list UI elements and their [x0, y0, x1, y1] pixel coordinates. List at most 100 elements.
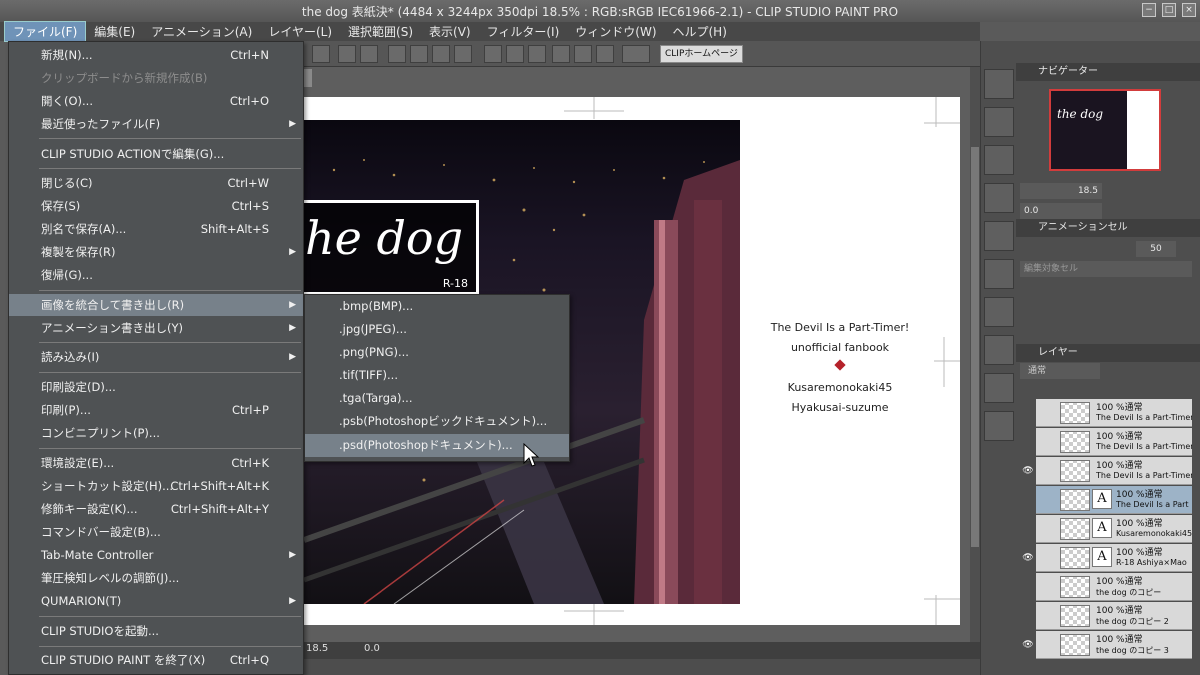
snap-ruler-special-icon[interactable] [574, 45, 592, 63]
maximize-button[interactable]: □ [1162, 3, 1176, 17]
menu-item-tab-mate-controller[interactable]: Tab-Mate Controller ▶ [9, 544, 303, 566]
brush-material-icon[interactable] [984, 335, 1014, 365]
navigator-preview[interactable]: the dog [1049, 89, 1161, 171]
snap-grid-icon[interactable] [596, 45, 614, 63]
export-png[interactable]: .png(PNG)... [305, 341, 569, 364]
menu-item-revert[interactable]: 復帰(G)... [9, 264, 303, 286]
snap-ruler-icon[interactable] [552, 45, 570, 63]
menu-item-exit[interactable]: CLIP STUDIO PAINT を終了(X) Ctrl+Q [9, 649, 303, 671]
export-jpeg[interactable]: .jpg(JPEG)... [305, 318, 569, 341]
menu-item-edit-clip-studio-action[interactable]: CLIP STUDIO ACTIONで編集(G)... [9, 143, 303, 165]
menu-item-qumarion[interactable]: QUMARION(T) ▶ [9, 590, 303, 612]
invert-selection-icon[interactable] [506, 45, 524, 63]
menu-item-print-settings[interactable]: 印刷設定(D)... [9, 376, 303, 398]
menu-item-import[interactable]: 読み込み(I) ▶ [9, 346, 303, 368]
menu-item-shortcut-settings[interactable]: ショートカット設定(H)... Ctrl+Shift+Alt+K [9, 475, 303, 497]
layer-thumbnail [1060, 634, 1090, 656]
menu-edit[interactable]: 編集(E) [86, 22, 143, 41]
close-button[interactable]: × [1182, 3, 1196, 17]
image-material-icon[interactable] [984, 297, 1014, 327]
visibility-eye-icon[interactable] [1020, 515, 1036, 543]
layer-row[interactable]: 👁 A 100 %通常 R-18 Ashiya×Mao [1020, 544, 1192, 572]
fill-icon[interactable] [432, 45, 450, 63]
zoom-slider[interactable]: 18.5 [1020, 183, 1102, 199]
redo-icon[interactable] [360, 45, 378, 63]
menu-item-print[interactable]: 印刷(P)... Ctrl+P [9, 399, 303, 421]
layer-row[interactable]: 👁 100 %通常 the dog のコピー 3 [1020, 631, 1192, 659]
menu-item-launch-clip-studio[interactable]: CLIP STUDIOを起動... [9, 620, 303, 642]
layer-row[interactable]: 100 %通常 The Devil Is a Part-Timer [1020, 428, 1192, 456]
layer-row[interactable]: A 100 %通常 The Devil Is a Part [1020, 486, 1192, 514]
scroll-thumb[interactable] [971, 147, 979, 547]
visibility-eye-icon[interactable] [1020, 602, 1036, 630]
rotation-slider[interactable]: 0.0 [1020, 203, 1102, 219]
export-psb[interactable]: .psb(Photoshopビックドキュメント)... [305, 410, 569, 433]
undo-icon[interactable] [338, 45, 356, 63]
visibility-eye-icon[interactable]: 👁 [1020, 544, 1036, 572]
menu-item-new[interactable]: 新規(N)... Ctrl+N [9, 44, 303, 66]
save-icon[interactable] [312, 45, 330, 63]
menu-item-command-bar-settings[interactable]: コマンドバー設定(B)... [9, 521, 303, 543]
visibility-eye-icon[interactable]: 👁 [1020, 631, 1036, 659]
menu-item-close[interactable]: 閉じる(C) Ctrl+W [9, 172, 303, 194]
cel-value[interactable]: 50 [1136, 241, 1176, 257]
layer-row[interactable]: 👁 100 %通常 The Devil Is a Part-Timer [1020, 457, 1192, 485]
layer-row[interactable]: 100 %通常 The Devil Is a Part-Timer [1020, 399, 1192, 427]
edit-target-cel[interactable]: 編集対象セル [1020, 261, 1192, 277]
clear-icon[interactable] [388, 45, 406, 63]
menu-window[interactable]: ウィンドウ(W) [567, 22, 664, 41]
export-bmp[interactable]: .bmp(BMP)... [305, 295, 569, 318]
animation-cel-tab[interactable]: アニメーションセル [1016, 219, 1200, 237]
color-wheel-icon[interactable] [984, 145, 1014, 175]
minimize-button[interactable]: − [1142, 3, 1156, 17]
menu-filter[interactable]: フィルター(I) [479, 22, 568, 41]
menu-item-save-duplicate[interactable]: 複製を保存(R) ▶ [9, 241, 303, 263]
canvas-tab[interactable] [304, 69, 312, 87]
visibility-eye-icon[interactable]: 👁 [1020, 457, 1036, 485]
visibility-eye-icon[interactable] [1020, 399, 1036, 427]
clip-homepage-button[interactable]: CLIPホームページ [660, 45, 743, 63]
menu-item-export-single-layer[interactable]: 画像を統合して書き出し(R) ▶ [9, 294, 303, 316]
export-tiff[interactable]: .tif(TIFF)... [305, 364, 569, 387]
menu-item-export-animation[interactable]: アニメーション書き出し(Y) ▶ [9, 317, 303, 339]
menu-item-open[interactable]: 開く(O)... Ctrl+O [9, 90, 303, 112]
tool-palette-icon[interactable] [984, 69, 1014, 99]
menu-help[interactable]: ヘルプ(H) [665, 22, 735, 41]
visibility-eye-icon[interactable] [1020, 573, 1036, 601]
menu-item-preferences[interactable]: 環境設定(E)... Ctrl+K [9, 452, 303, 474]
layer-row[interactable]: A 100 %通常 Kusaremonokaki45 [1020, 515, 1192, 543]
material-palette-icon[interactable] [984, 107, 1014, 137]
visibility-eye-icon[interactable] [1020, 428, 1036, 456]
deselect-icon[interactable] [454, 45, 472, 63]
layer-property-icon[interactable] [984, 221, 1014, 251]
menu-item-modifier-key-settings[interactable]: 修飾キー設定(K)... Ctrl+Shift+Alt+Y [9, 498, 303, 520]
blend-mode-select[interactable]: 通常 [1020, 363, 1100, 379]
layer-opacity-mode: 100 %通常 [1096, 606, 1143, 616]
window-options-icon[interactable] [622, 45, 650, 63]
show-selection-icon[interactable] [528, 45, 546, 63]
color-set-icon[interactable] [984, 183, 1014, 213]
crop-icon[interactable] [484, 45, 502, 63]
transform-icon[interactable] [410, 45, 428, 63]
horizontal-scrollbar[interactable] [304, 659, 980, 675]
3d-material-icon[interactable] [984, 373, 1014, 403]
vertical-scrollbar[interactable] [970, 67, 980, 642]
layer-tab[interactable]: レイヤー [1016, 344, 1200, 362]
menu-layer[interactable]: レイヤー(L) [260, 22, 340, 41]
export-targa[interactable]: .tga(Targa)... [305, 387, 569, 410]
menu-animation[interactable]: アニメーション(A) [143, 22, 260, 41]
menu-file[interactable]: ファイル(F) [4, 21, 87, 42]
menu-item-pressure-adjustment[interactable]: 筆圧検知レベルの調節(J)... [9, 567, 303, 589]
visibility-eye-icon[interactable] [1020, 486, 1036, 514]
layer-row[interactable]: 100 %通常 the dog のコピー [1020, 573, 1192, 601]
menu-view[interactable]: 表示(V) [421, 22, 479, 41]
menu-item-convenience-print[interactable]: コンビニプリント(P)... [9, 422, 303, 444]
menu-item-save[interactable]: 保存(S) Ctrl+S [9, 195, 303, 217]
pose-material-icon[interactable] [984, 411, 1014, 441]
layer-row[interactable]: 100 %通常 the dog のコピー 2 [1020, 602, 1192, 630]
menu-selection[interactable]: 選択範囲(S) [340, 22, 421, 41]
navigator-tab[interactable]: ナビゲーター [1016, 63, 1200, 81]
menu-item-save-as[interactable]: 別名で保存(A)... Shift+Alt+S [9, 218, 303, 240]
history-icon[interactable] [984, 259, 1014, 289]
menu-item-recent-files[interactable]: 最近使ったファイル(F) ▶ [9, 113, 303, 135]
